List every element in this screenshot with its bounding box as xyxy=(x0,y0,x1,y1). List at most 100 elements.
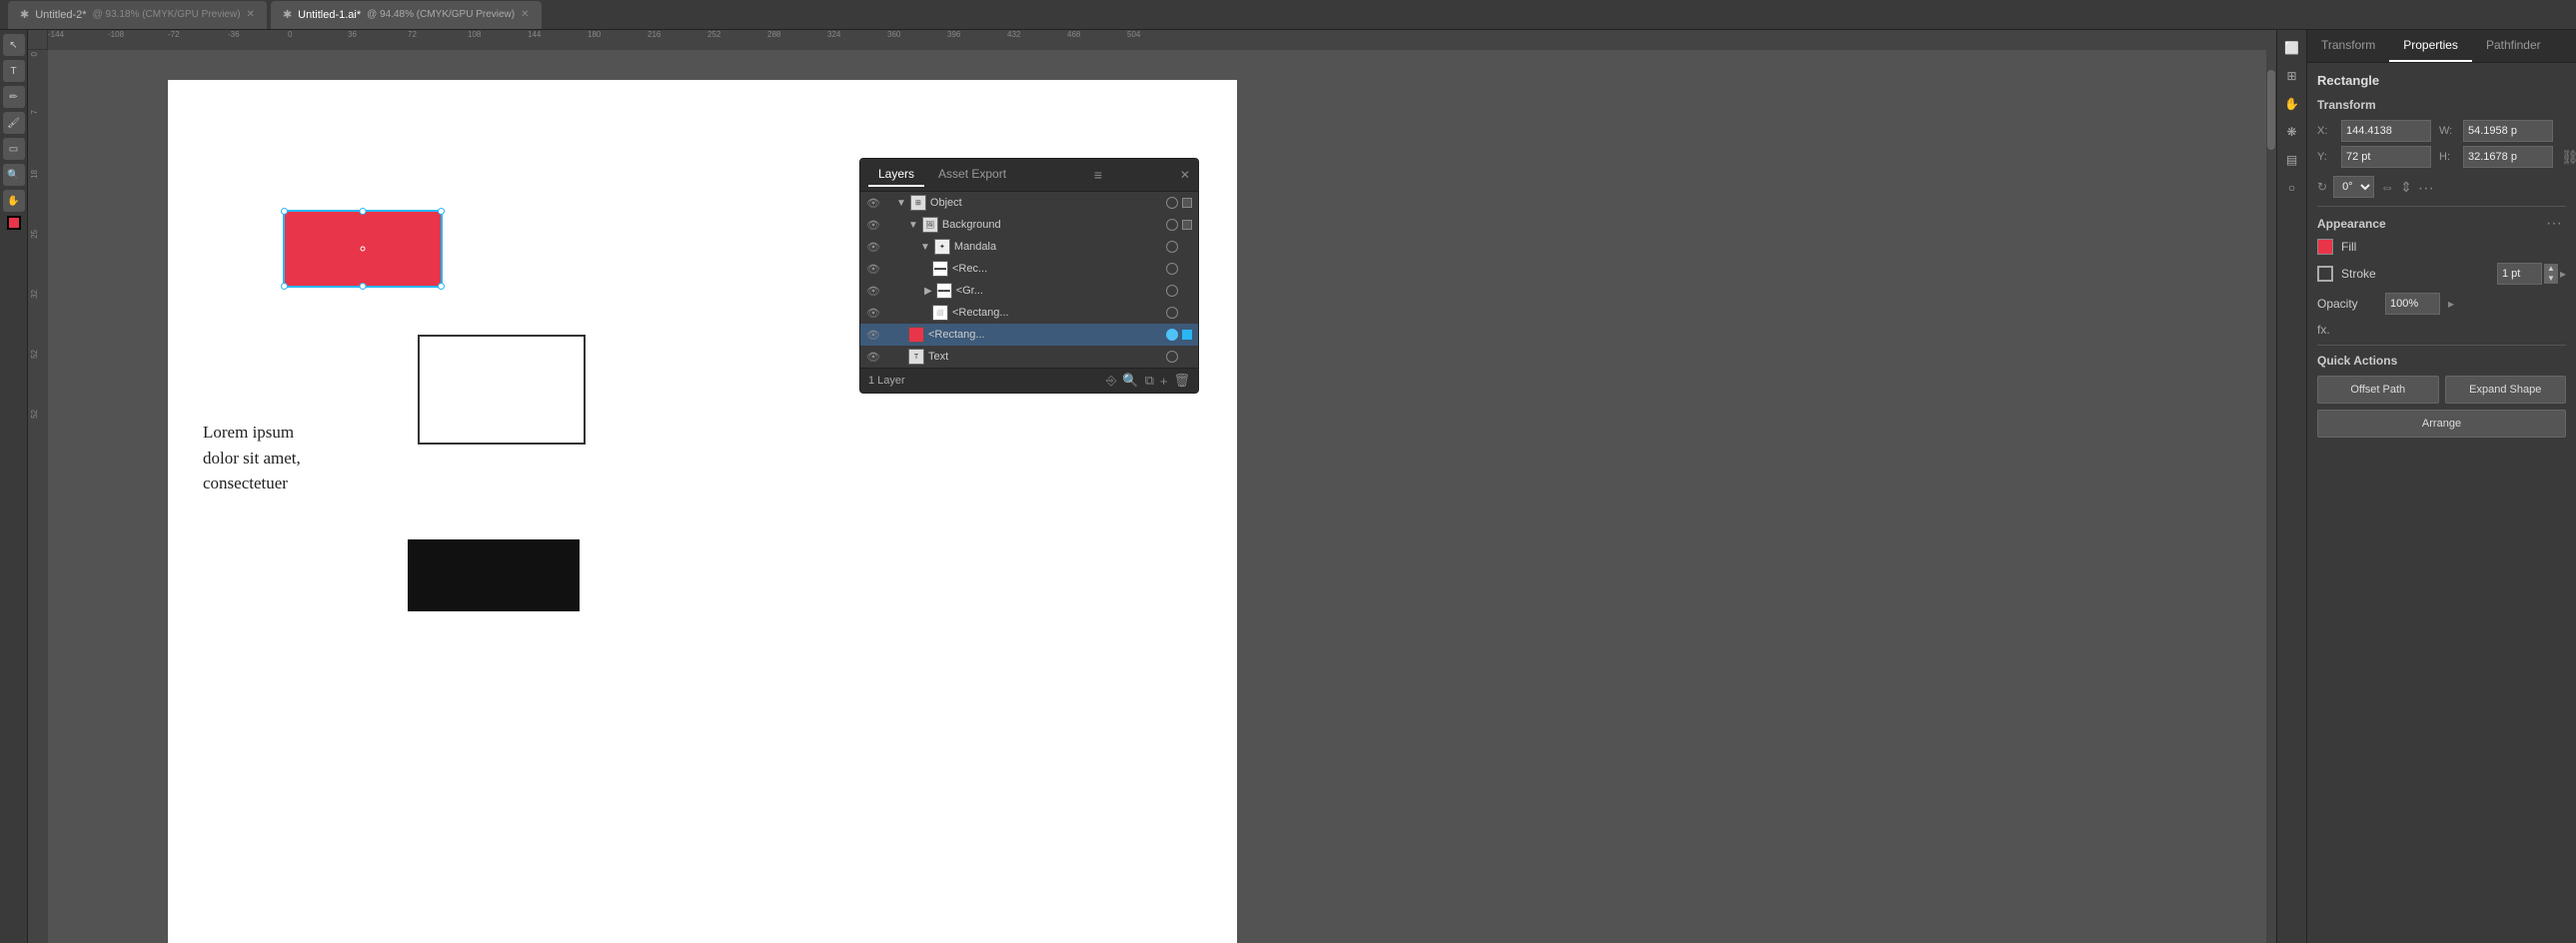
handle-tl[interactable] xyxy=(281,208,288,215)
vertical-scrollbar[interactable] xyxy=(2266,50,2276,943)
copy-layer-icon[interactable]: ⧉ xyxy=(1145,373,1154,389)
ruler-mark-h-1: -108 xyxy=(108,30,124,39)
layer-item-object[interactable]: 👁 ▼ ⊞ Object xyxy=(860,192,1198,214)
make-sublayer-icon[interactable]: ⎆ xyxy=(1106,373,1116,389)
layer-item-text[interactable]: 👁 T Text xyxy=(860,346,1198,368)
handle-tm[interactable] xyxy=(360,208,367,215)
layer-item-background[interactable]: 👁 ▼ 🖼 Background xyxy=(860,214,1198,236)
tab-subtitle: @ 93.18% (CMYK/GPU Preview) xyxy=(93,9,241,20)
layer-target-text[interactable] xyxy=(1166,351,1178,363)
tab-untitled2[interactable]: ✱ Untitled-2* @ 93.18% (CMYK/GPU Preview… xyxy=(8,1,267,29)
arrange-button[interactable]: Arrange xyxy=(2317,410,2566,438)
new-layer-icon[interactable]: + xyxy=(1160,374,1168,389)
visibility-icon-mandala[interactable]: 👁 xyxy=(866,241,880,254)
layer-item-rectang1[interactable]: 👁 ⬜ <Rectang... xyxy=(860,302,1198,324)
link-proportions-icon[interactable]: ⛓ xyxy=(2561,149,2576,166)
tab-close2[interactable]: ✕ xyxy=(521,9,529,20)
center-handle[interactable] xyxy=(361,247,366,252)
tab-untitled1[interactable]: ✱ Untitled-1.ai* @ 94.48% (CMYK/GPU Prev… xyxy=(271,1,542,29)
flip-v-icon[interactable]: ⇕ xyxy=(2400,179,2412,196)
appearance-more[interactable]: ··· xyxy=(2546,215,2562,233)
stroke-stepper[interactable]: ▲ ▼ xyxy=(2544,264,2558,284)
layer-target-gr[interactable] xyxy=(1166,285,1178,297)
layer-item-gr[interactable]: 👁 ▶ ▬▬ <Gr... xyxy=(860,280,1198,302)
visibility-icon-rectang1[interactable]: 👁 xyxy=(866,307,880,320)
handle-br[interactable] xyxy=(438,283,445,290)
fill-label[interactable]: Fill xyxy=(2341,240,2566,254)
layers-tab-layers[interactable]: Layers xyxy=(868,163,924,187)
stroke-label[interactable]: Stroke xyxy=(2341,267,2489,281)
layer-item-rec[interactable]: 👁 ▬▬ <Rec... xyxy=(860,258,1198,280)
stroke-up[interactable]: ▲ xyxy=(2544,264,2558,274)
h-input[interactable] xyxy=(2463,146,2553,168)
tab-properties[interactable]: Properties xyxy=(2389,30,2472,62)
select-tool[interactable]: ↖ xyxy=(3,34,25,56)
hand-tool[interactable]: ✋ xyxy=(3,190,25,212)
white-rectangle[interactable] xyxy=(418,335,586,445)
rotate-select[interactable]: 0° xyxy=(2333,176,2374,198)
stroke-down[interactable]: ▼ xyxy=(2544,274,2558,284)
circle-icon[interactable]: ○ xyxy=(2282,178,2302,198)
grid-icon[interactable]: ⊞ xyxy=(2282,66,2302,86)
w-input[interactable] xyxy=(2463,120,2553,142)
locate-icon[interactable]: 🔍 xyxy=(1122,373,1138,389)
layer-item-rectang2[interactable]: 👁 <Rectang... xyxy=(860,324,1198,346)
handle-bm[interactable] xyxy=(360,283,367,290)
fill-tool[interactable] xyxy=(7,216,21,230)
tab-close[interactable]: ✕ xyxy=(247,9,255,20)
y-input[interactable] xyxy=(2341,146,2431,168)
visibility-icon-background[interactable]: 👁 xyxy=(866,219,880,232)
stroke-input[interactable] xyxy=(2497,263,2542,285)
offset-path-button[interactable]: Offset Path xyxy=(2317,376,2439,404)
layer-name-gr: <Gr... xyxy=(956,285,1162,297)
layers-close-icon[interactable]: ✕ xyxy=(1180,168,1190,182)
black-rectangle[interactable] xyxy=(408,539,580,611)
layer-target-mandala[interactable] xyxy=(1166,241,1178,253)
delete-layer-icon[interactable]: 🗑 xyxy=(1173,373,1190,389)
ruler-corner xyxy=(28,30,48,50)
flip-h-icon[interactable]: ⇔ xyxy=(2380,179,2394,195)
layer-target-rec[interactable] xyxy=(1166,263,1178,275)
layers-menu-icon[interactable]: ≡ xyxy=(1094,167,1102,183)
layer-target-rectang1[interactable] xyxy=(1166,307,1178,319)
stroke-swatch[interactable] xyxy=(2317,266,2333,282)
scrollbar-thumb[interactable] xyxy=(2267,70,2275,150)
type-tool[interactable]: T xyxy=(3,60,25,82)
visibility-icon-object[interactable]: 👁 xyxy=(866,197,880,210)
red-rectangle[interactable] xyxy=(283,210,443,288)
tab-transform[interactable]: Transform xyxy=(2307,30,2389,62)
handle-bl[interactable] xyxy=(281,283,288,290)
stroke-expand-icon[interactable]: ▸ xyxy=(2560,267,2566,281)
pen-tool[interactable]: ✏ xyxy=(3,86,25,108)
handle-tr[interactable] xyxy=(438,208,445,215)
brush-tool[interactable]: 🖌 xyxy=(3,112,25,134)
collapse-arrow-gr[interactable]: ▶ xyxy=(924,286,932,297)
fill-swatch[interactable] xyxy=(2317,239,2333,255)
collapse-arrow-mandala[interactable]: ▼ xyxy=(920,242,930,253)
tab-pathfinder[interactable]: Pathfinder xyxy=(2472,30,2555,62)
shape-tool[interactable]: ▭ xyxy=(3,138,25,160)
zoom-tool[interactable]: 🔍 xyxy=(3,164,25,186)
opacity-expand-icon[interactable]: ▸ xyxy=(2448,297,2454,311)
layer-target-background[interactable] xyxy=(1166,219,1178,231)
visibility-icon-rectang2[interactable]: 👁 xyxy=(866,329,880,342)
collapse-arrow-object[interactable]: ▼ xyxy=(896,198,906,209)
flower-icon[interactable]: ❋ xyxy=(2282,122,2302,142)
layer-item-mandala[interactable]: 👁 ▼ ✦ Mandala xyxy=(860,236,1198,258)
expand-shape-button[interactable]: Expand Shape xyxy=(2445,376,2567,404)
fx-label[interactable]: fx. xyxy=(2317,323,2330,337)
x-input[interactable] xyxy=(2341,120,2431,142)
visibility-icon-rec[interactable]: 👁 xyxy=(866,263,880,276)
layers-tab-asset-export[interactable]: Asset Export xyxy=(928,163,1016,187)
layers-icon2[interactable]: ▤ xyxy=(2282,150,2302,170)
layer-target-rectang2[interactable] xyxy=(1166,329,1178,341)
opacity-input[interactable] xyxy=(2385,293,2440,315)
hand2-icon[interactable]: ✋ xyxy=(2282,94,2302,114)
layer-target-object[interactable] xyxy=(1166,197,1178,209)
transform-more-options[interactable]: ··· xyxy=(2418,180,2434,198)
layer-thumb-mandala: ✦ xyxy=(934,239,950,255)
artboard-icon[interactable]: ⬜ xyxy=(2282,38,2302,58)
collapse-arrow-background[interactable]: ▼ xyxy=(908,220,918,231)
visibility-icon-text[interactable]: 👁 xyxy=(866,351,880,364)
visibility-icon-gr[interactable]: 👁 xyxy=(866,285,880,298)
